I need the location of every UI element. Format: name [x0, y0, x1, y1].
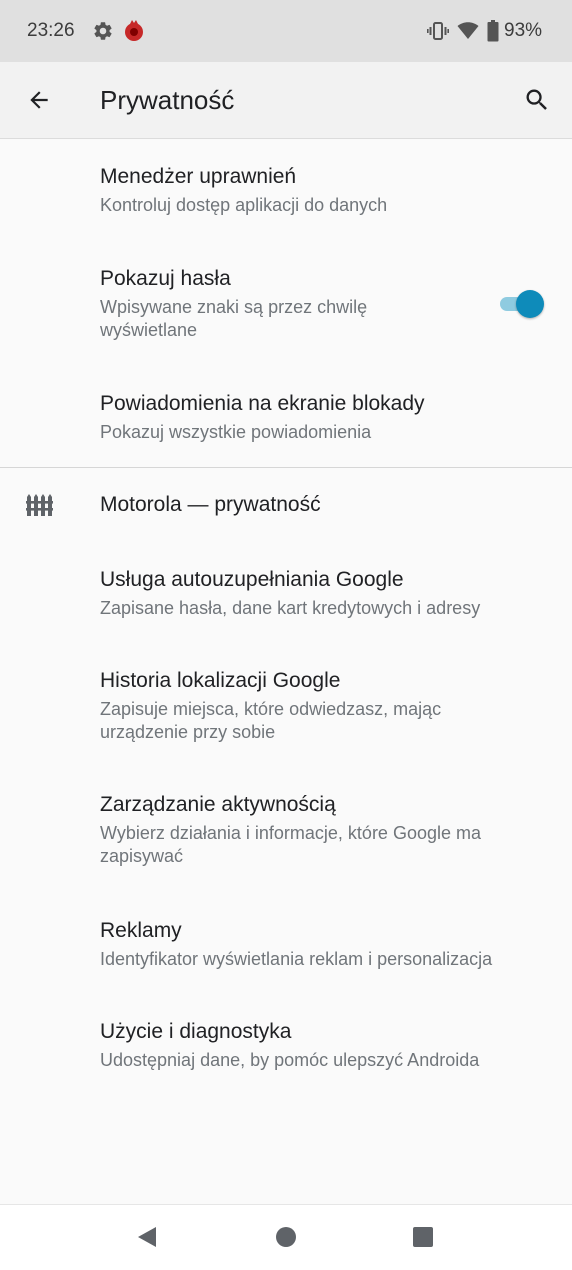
setting-subtitle-line: zapisywać: [100, 846, 184, 866]
setting-title: Usługa autouzupełniania Google: [100, 568, 404, 591]
setting-subtitle: Wpisywane znaki są przez chwilę wyświetl…: [100, 296, 367, 342]
setting-subtitle: Zapisane hasła, dane kart kredytowych i …: [100, 598, 481, 618]
setting-title: Zarządzanie aktywnością: [100, 793, 336, 816]
setting-item-activity-controls[interactable]: Zarządzanie aktywnością Wybierz działani…: [0, 793, 572, 883]
nav-recents-icon[interactable]: [413, 1227, 433, 1247]
search-icon: [526, 89, 547, 110]
setting-subtitle-line: Zapisuje miejsca, które odwiedzasz, mają…: [100, 699, 442, 719]
vibrate-icon: [427, 22, 449, 40]
section-title: Motorola — prywatność: [100, 493, 321, 516]
page-title: Prywatność: [100, 85, 235, 115]
nav-home-icon[interactable]: [276, 1227, 296, 1247]
setting-title: Historia lokalizacji Google: [100, 669, 341, 692]
nav-back-icon[interactable]: [136, 1225, 160, 1249]
setting-subtitle: Pokazuj wszystkie powiadomienia: [100, 422, 372, 442]
setting-subtitle: Identyfikator wyświetlania reklam i pers…: [100, 949, 493, 969]
arrow-back-icon: [30, 91, 48, 109]
setting-subtitle: Udostępniaj dane, by pomóc ulepszyć Andr…: [100, 1050, 480, 1070]
setting-item-google-autofill[interactable]: Usługa autouzupełniania Google Zapisane …: [0, 568, 572, 638]
show-passwords-toggle[interactable]: [498, 289, 546, 319]
setting-item-lock-screen-notifications[interactable]: Powiadomienia na ekranie blokady Pokazuj…: [0, 392, 572, 462]
setting-title: Użycie i diagnostyka: [100, 1020, 292, 1043]
setting-subtitle: Zapisuje miejsca, które odwiedzasz, mają…: [100, 698, 441, 744]
navigation-bar: [0, 1204, 572, 1270]
divider: [0, 467, 572, 468]
setting-item-permission-manager[interactable]: Menedżer uprawnień Kontroluj dostęp apli…: [0, 165, 572, 235]
app-notification-icon: [125, 20, 143, 41]
setting-subtitle-line: Wybierz działania i informacje, które Go…: [100, 823, 481, 843]
section-motorola-privacy[interactable]: Motorola — prywatność: [0, 493, 572, 533]
setting-title: Powiadomienia na ekranie blokady: [100, 392, 425, 415]
setting-item-ads[interactable]: Reklamy Identyfikator wyświetlania rekla…: [0, 919, 572, 989]
battery-icon: [487, 20, 499, 42]
settings-gear-icon: [94, 22, 112, 40]
setting-subtitle-line: Wpisywane znaki są przez chwilę: [100, 297, 368, 317]
search-button[interactable]: [520, 83, 554, 117]
setting-item-usage-diagnostics[interactable]: Użycie i diagnostyka Udostępniaj dane, b…: [0, 1020, 572, 1090]
status-time: 23:26: [27, 20, 75, 41]
status-bar: 23:26 93%: [0, 0, 572, 62]
setting-item-google-location-history[interactable]: Historia lokalizacji Google Zapisuje mie…: [0, 669, 572, 759]
toggle-thumb: [516, 290, 544, 318]
setting-title: Menedżer uprawnień: [100, 165, 297, 188]
setting-subtitle: Kontroluj dostęp aplikacji do danych: [100, 195, 388, 215]
setting-item-show-passwords[interactable]: Pokazuj hasła Wpisywane znaki są przez c…: [0, 267, 572, 357]
back-button[interactable]: [22, 83, 56, 117]
setting-title: Pokazuj hasła: [100, 267, 231, 290]
app-bar: Prywatność: [0, 62, 572, 139]
battery-percent: 93%: [504, 20, 543, 41]
setting-subtitle: Wybierz działania i informacje, które Go…: [100, 822, 481, 868]
setting-subtitle-line: wyświetlane: [100, 320, 198, 340]
wifi-icon: [457, 22, 479, 39]
setting-title: Reklamy: [100, 919, 182, 942]
setting-subtitle-line: urządzenie przy sobie: [100, 722, 276, 742]
